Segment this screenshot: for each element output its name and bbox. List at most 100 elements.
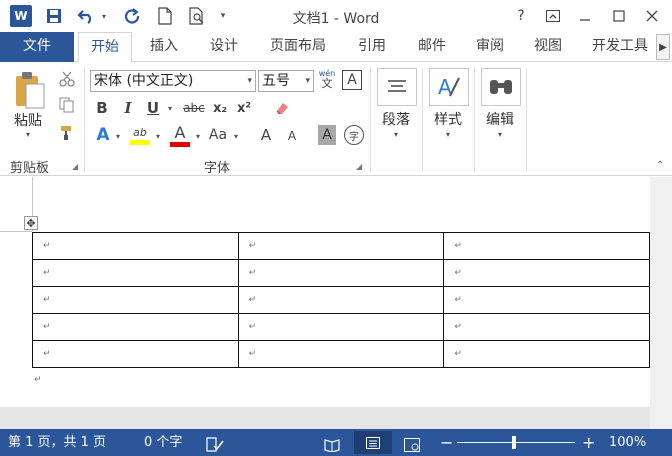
table-cell[interactable]: ↵ (443, 286, 650, 314)
highlight-dropdown-icon[interactable]: ▾ (156, 132, 160, 141)
undo-dropdown-icon[interactable]: ▾ (98, 5, 110, 27)
font-color-icon[interactable]: A (168, 122, 192, 148)
undo-icon[interactable] (74, 5, 98, 27)
italic-icon[interactable]: I (120, 98, 136, 118)
new-document-icon[interactable] (154, 5, 176, 27)
text-effects-dropdown-icon[interactable]: ▾ (116, 132, 120, 141)
format-painter-icon[interactable] (58, 124, 76, 142)
paragraph-button[interactable] (377, 68, 417, 106)
paragraph-dropdown-icon[interactable]: ▾ (394, 130, 398, 139)
web-layout-icon[interactable] (404, 435, 420, 452)
zoom-out-button[interactable]: − (440, 429, 453, 456)
word-count[interactable]: 0 个字 (144, 429, 182, 456)
title-bar: W ▾ ▾ 文档1 - Word ? (0, 0, 672, 32)
clear-formatting-icon[interactable] (272, 98, 292, 118)
zoom-in-button[interactable]: + (582, 429, 595, 456)
bold-icon[interactable]: B (94, 98, 110, 118)
editing-dropdown-icon[interactable]: ▾ (498, 130, 502, 139)
minimize-button[interactable] (571, 4, 599, 28)
repeat-icon[interactable] (120, 5, 144, 27)
table-cell[interactable]: ↵ (32, 313, 239, 341)
table-cell[interactable]: ↵ (443, 340, 650, 368)
text-effects-icon[interactable]: A (92, 124, 114, 146)
document-table[interactable]: ↵ ↵ ↵ ↵ ↵ ↵ ↵ ↵ ↵ ↵ ↵ ↵ ↵ ↵ ↵ (32, 232, 650, 368)
table-move-handle-icon[interactable]: ✥ (24, 216, 38, 230)
table-cell[interactable]: ↵ (32, 340, 239, 368)
enclose-characters-icon[interactable]: 字 (344, 125, 364, 145)
grow-font-icon[interactable]: A (256, 124, 276, 146)
font-launcher-icon[interactable]: ◢ (356, 162, 365, 171)
character-border-icon[interactable]: A (342, 70, 362, 90)
font-name-combo[interactable]: 宋体 (中文正文) ▾ (90, 70, 256, 92)
ribbon-display-options-button[interactable] (539, 4, 567, 28)
zoom-slider-thumb[interactable] (512, 436, 516, 449)
tab-page-layout[interactable]: 页面布局 (262, 32, 334, 62)
phonetic-guide-icon[interactable]: wén 文 (318, 68, 336, 92)
styles-label[interactable]: 样式 (434, 109, 462, 129)
table-cell[interactable]: ↵ (32, 286, 239, 314)
font-name-dropdown-icon[interactable]: ▾ (247, 71, 252, 91)
table-cell[interactable]: ↵ (443, 259, 650, 287)
font-color-dropdown-icon[interactable]: ▾ (196, 132, 200, 141)
vertical-scrollbar[interactable] (650, 177, 672, 429)
font-name-value: 宋体 (中文正文) (94, 73, 194, 89)
shrink-font-icon[interactable]: A (282, 126, 302, 146)
font-size-dropdown-icon[interactable]: ▾ (305, 71, 310, 91)
tab-references[interactable]: 引用 (348, 32, 396, 62)
styles-dropdown-icon[interactable]: ▾ (446, 130, 450, 139)
tab-insert[interactable]: 插入 (140, 32, 188, 62)
font-size-combo[interactable]: 五号 ▾ (258, 70, 314, 92)
table-cell[interactable]: ↵ (237, 313, 445, 341)
tab-home[interactable]: 开始 (78, 32, 132, 63)
tab-scroll-right-icon[interactable]: ▶ (656, 34, 670, 60)
zoom-slider-track[interactable] (457, 442, 575, 443)
paste-label[interactable]: 粘贴 (14, 110, 42, 130)
table-cell[interactable]: ↵ (237, 286, 445, 314)
cut-icon[interactable] (58, 70, 76, 88)
paste-dropdown-icon[interactable]: ▾ (26, 130, 30, 139)
save-icon[interactable] (42, 5, 66, 27)
table-cell[interactable]: ↵ (237, 232, 445, 260)
editing-label[interactable]: 编辑 (486, 109, 514, 129)
table-cell[interactable]: ↵ (443, 313, 650, 341)
underline-icon[interactable]: U (144, 98, 162, 118)
document-page[interactable]: ✥ ↵ ↵ ↵ ↵ ↵ ↵ ↵ ↵ ↵ ↵ ↵ ↵ ↵ ↵ ↵ ↵ (0, 177, 650, 407)
underline-dropdown-icon[interactable]: ▾ (168, 104, 172, 113)
tab-review[interactable]: 审阅 (466, 32, 514, 62)
tab-file[interactable]: 文件 (0, 32, 74, 62)
proofing-icon[interactable] (206, 435, 224, 452)
print-layout-icon[interactable] (354, 431, 392, 454)
customize-quick-access-icon[interactable]: ▾ (216, 5, 230, 27)
table-cell[interactable]: ↵ (237, 259, 445, 287)
strikethrough-icon[interactable]: abc (180, 98, 208, 118)
collapse-ribbon-icon[interactable]: ⌃ (656, 160, 664, 171)
close-button[interactable] (638, 4, 666, 28)
table-cell[interactable]: ↵ (32, 259, 239, 287)
tab-design[interactable]: 设计 (200, 32, 248, 62)
zoom-level[interactable]: 100% (609, 429, 646, 456)
help-button[interactable]: ? (507, 4, 535, 28)
print-preview-icon[interactable] (186, 5, 208, 27)
clipboard-launcher-icon[interactable]: ◢ (72, 162, 81, 171)
table-cell[interactable]: ↵ (237, 340, 445, 368)
superscript-icon[interactable]: x² (234, 98, 254, 118)
page-info[interactable]: 第 1 页，共 1 页 (8, 429, 106, 456)
table-cell[interactable]: ↵ (443, 232, 650, 260)
change-case-dropdown-icon[interactable]: ▾ (234, 132, 238, 141)
paste-icon[interactable] (12, 68, 48, 112)
word-logo-icon[interactable]: W (10, 5, 32, 27)
tab-view[interactable]: 视图 (524, 32, 572, 62)
change-case-icon[interactable]: Aa (206, 124, 230, 146)
copy-icon[interactable] (58, 96, 76, 114)
highlight-color-icon[interactable]: ab (128, 122, 152, 148)
maximize-button[interactable] (605, 4, 633, 28)
styles-button[interactable]: A (429, 68, 469, 106)
tab-mailings[interactable]: 邮件 (408, 32, 456, 62)
paragraph-label[interactable]: 段落 (382, 109, 410, 129)
read-mode-icon[interactable] (324, 435, 340, 453)
editing-button[interactable] (481, 68, 521, 106)
tab-developer[interactable]: 开发工具 (584, 32, 656, 62)
table-cell[interactable]: ↵ (32, 232, 239, 260)
character-shading-icon[interactable]: A (318, 125, 336, 145)
subscript-icon[interactable]: x₂ (210, 98, 230, 118)
